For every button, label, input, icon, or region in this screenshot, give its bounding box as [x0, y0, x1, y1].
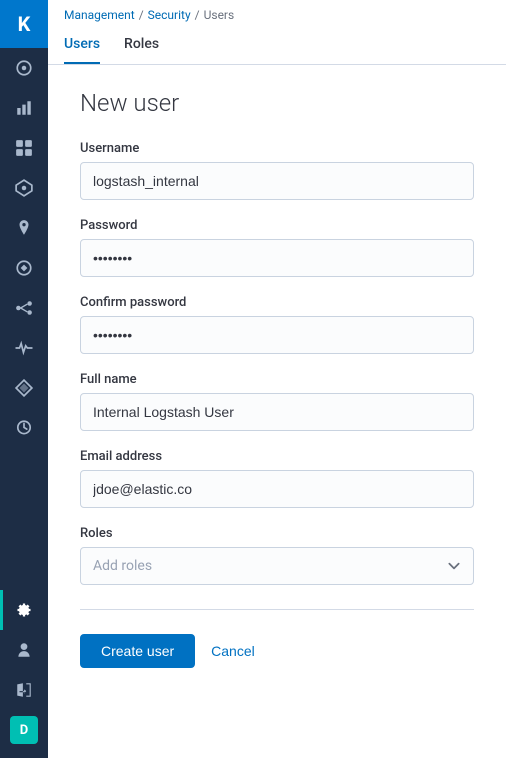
- page-title: New user: [80, 89, 474, 117]
- sidebar-item-user-profile[interactable]: [0, 630, 48, 670]
- sidebar-item-monitoring[interactable]: [0, 328, 48, 368]
- breadcrumb-management[interactable]: Management: [64, 8, 135, 22]
- form-actions: Create user Cancel: [80, 634, 474, 668]
- sidebar: K D: [0, 0, 48, 758]
- password-group: Password: [80, 218, 474, 277]
- breadcrumb-users: Users: [204, 8, 235, 22]
- breadcrumb-security[interactable]: Security: [148, 8, 191, 22]
- tab-roles[interactable]: Roles: [124, 26, 159, 64]
- email-label: Email address: [80, 449, 474, 464]
- sidebar-item-graph[interactable]: [0, 288, 48, 328]
- email-group: Email address: [80, 449, 474, 508]
- breadcrumb-sep2: /: [195, 8, 200, 22]
- breadcrumb: Management / Security / Users: [48, 0, 506, 26]
- fullname-group: Full name: [80, 372, 474, 431]
- sidebar-item-avatar[interactable]: D: [0, 710, 48, 750]
- sidebar-item-uptime[interactable]: [0, 408, 48, 448]
- form-content: New user Username Password Confirm passw…: [48, 65, 506, 758]
- sidebar-item-management[interactable]: [0, 590, 48, 630]
- fullname-input[interactable]: [80, 393, 474, 431]
- cancel-button[interactable]: Cancel: [211, 635, 255, 667]
- roles-label: Roles: [80, 526, 474, 541]
- sidebar-bottom: D: [0, 630, 48, 758]
- sidebar-item-visualize[interactable]: [0, 88, 48, 128]
- sidebar-item-ml[interactable]: [0, 248, 48, 288]
- confirm-password-label: Confirm password: [80, 295, 474, 310]
- sidebar-item-apm[interactable]: [0, 368, 48, 408]
- fullname-label: Full name: [80, 372, 474, 387]
- main-content: Management / Security / Users Users Role…: [48, 0, 506, 758]
- roles-placeholder: Add roles: [93, 558, 152, 574]
- confirm-password-input[interactable]: [80, 316, 474, 354]
- sidebar-item-canvas[interactable]: [0, 168, 48, 208]
- confirm-password-group: Confirm password: [80, 295, 474, 354]
- sidebar-item-dashboard[interactable]: [0, 128, 48, 168]
- tab-users[interactable]: Users: [64, 26, 100, 64]
- chevron-down-icon: [447, 559, 461, 573]
- password-input[interactable]: [80, 239, 474, 277]
- password-label: Password: [80, 218, 474, 233]
- tabs-bar: Users Roles: [48, 26, 506, 65]
- breadcrumb-sep1: /: [139, 8, 144, 22]
- username-label: Username: [80, 141, 474, 156]
- username-input[interactable]: [80, 162, 474, 200]
- roles-group: Roles Add roles: [80, 526, 474, 585]
- username-group: Username: [80, 141, 474, 200]
- roles-dropdown[interactable]: Add roles: [80, 547, 474, 585]
- form-divider: [80, 609, 474, 610]
- sidebar-item-logout[interactable]: [0, 670, 48, 710]
- sidebar-item-discover[interactable]: [0, 48, 48, 88]
- create-user-button[interactable]: Create user: [80, 634, 195, 668]
- email-input[interactable]: [80, 470, 474, 508]
- sidebar-item-maps[interactable]: [0, 208, 48, 248]
- logo[interactable]: K: [0, 0, 48, 48]
